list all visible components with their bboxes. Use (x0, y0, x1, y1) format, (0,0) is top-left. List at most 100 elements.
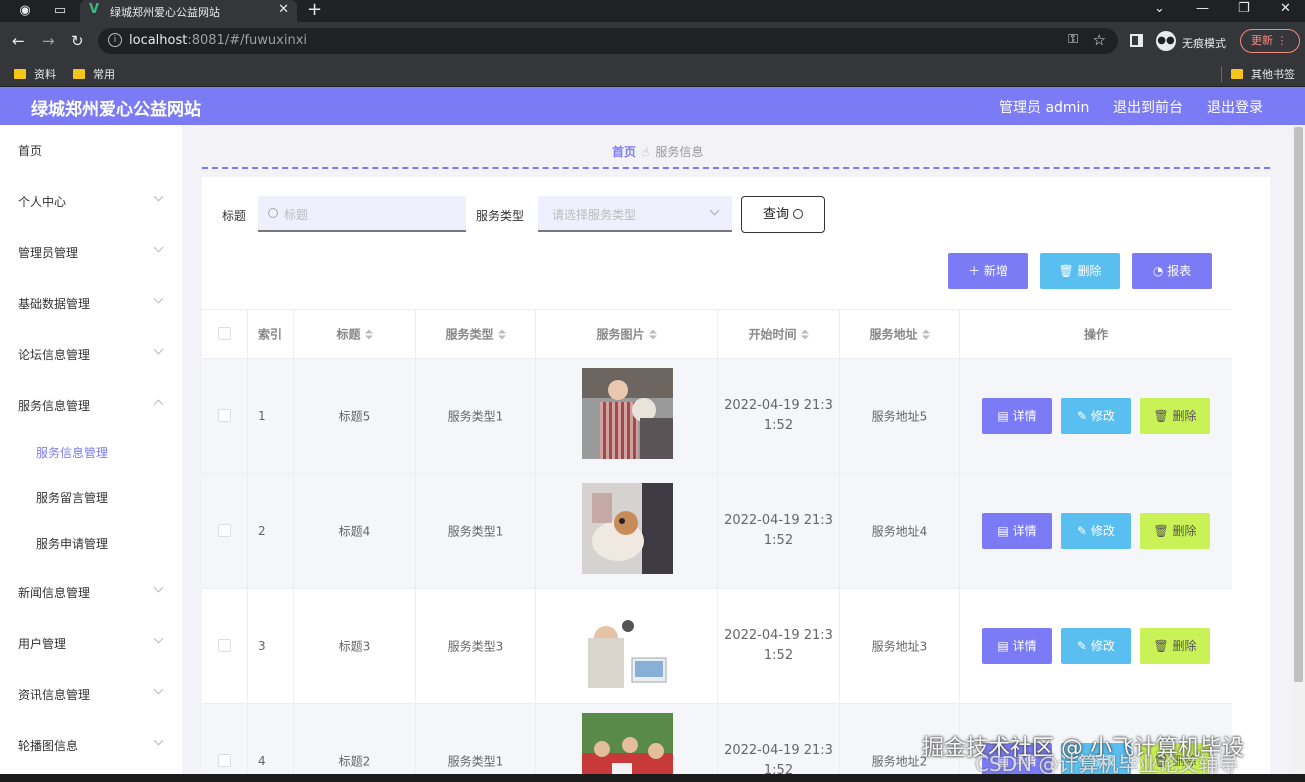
row-delete-button[interactable]: 🗑 删除 (1140, 398, 1210, 434)
trash-icon: 🗑 (1058, 264, 1078, 278)
query-button[interactable]: 查询 (741, 196, 825, 233)
bookmark-folder-changyong[interactable]: 常用 (73, 66, 115, 82)
row-checkbox[interactable] (218, 754, 231, 767)
sidebar-menu: 首页 个人中心 管理员管理 基础数据管理 论坛信息管理 服务信息管理 服务信息管… (0, 125, 182, 782)
row-detail-button[interactable]: ▤ 详情 (982, 628, 1052, 664)
column-header-actions: 操作 (1083, 327, 1108, 342)
sidebar-item-service-info[interactable]: 服务信息管理 (0, 390, 182, 420)
row-title: 标题4 (338, 524, 371, 539)
select-all-checkbox[interactable] (218, 327, 231, 340)
sidebar-item-carousel[interactable]: 轮播图信息 (0, 730, 182, 760)
sidebar-item-personal-center[interactable]: 个人中心 (0, 186, 182, 216)
row-edit-button[interactable]: ✎ 修改 (1061, 513, 1131, 549)
info-icon[interactable]: i (108, 33, 122, 47)
table-row: 3 标题3 服务类型3 2022-04-19 21:3 1:52 服务地址3 ▤ … (202, 589, 1232, 704)
service-type-select[interactable]: 请选择服务类型 (538, 196, 732, 232)
service-image[interactable] (582, 483, 673, 574)
row-index: 1 (258, 409, 266, 423)
bookmark-folder-ziliao[interactable]: 资料 (14, 66, 56, 82)
batch-delete-button[interactable]: 🗑 删除 (1040, 253, 1120, 289)
row-edit-button[interactable]: ✎ 修改 (1061, 398, 1131, 434)
doc-icon: ▤ (997, 524, 1013, 538)
row-start-time: 2022-04-19 21:3 1:52 (724, 628, 833, 663)
sidebar-item-base-data[interactable]: 基础数据管理 (0, 288, 182, 318)
chevron-down-icon (153, 191, 164, 202)
bookmark-folder-other[interactable]: 其他书签 (1231, 66, 1295, 82)
row-type: 服务类型3 (447, 639, 504, 654)
sidebar-item-forum[interactable]: 论坛信息管理 (0, 339, 182, 369)
address-bar[interactable]: i localhost:8081/#/fuwuxinxi ⚿ ☆ (98, 28, 1118, 54)
globe-icon[interactable]: ◉ (17, 3, 33, 19)
back-icon[interactable]: ← (12, 32, 25, 50)
sidebar-item-info[interactable]: 资讯信息管理 (0, 679, 182, 709)
window-icon[interactable]: ▭ (52, 3, 68, 19)
window-close-icon[interactable]: ✕ (1280, 1, 1291, 16)
incognito-icon[interactable]: ●● (1156, 31, 1176, 51)
sidebar-subitem-service-info[interactable]: 服务信息管理 (0, 437, 182, 467)
restore-icon[interactable]: ❐ (1238, 1, 1250, 16)
search-icon (793, 209, 803, 219)
sidebar-item-admin-management[interactable]: 管理员管理 (0, 237, 182, 267)
page-scrollbar[interactable] (1292, 125, 1305, 782)
forward-icon[interactable]: → (42, 32, 55, 50)
sort-icon[interactable] (921, 329, 930, 340)
logout-link[interactable]: 退出登录 (1207, 97, 1263, 117)
column-header-address[interactable]: 服务地址 (840, 326, 959, 343)
minimize-icon[interactable]: — (1196, 1, 1209, 16)
row-detail-button[interactable]: ▤ 详情 (982, 398, 1052, 434)
sort-icon[interactable] (800, 329, 809, 340)
column-header-title[interactable]: 标题 (294, 326, 415, 343)
new-tab-icon[interactable]: + (307, 0, 322, 20)
bookmark-star-icon[interactable]: ☆ (1093, 31, 1106, 49)
breadcrumb-home[interactable]: 首页 (612, 145, 636, 159)
sidebar-subitem-service-application[interactable]: 服务申请管理 (0, 528, 182, 558)
exit-to-frontend-link[interactable]: 退出到前台 (1113, 97, 1183, 117)
doc-icon: ▤ (997, 409, 1013, 423)
sidebar-item-news[interactable]: 新闻信息管理 (0, 577, 182, 607)
sidebar-item-home[interactable]: 首页 (0, 135, 182, 165)
search-icon (268, 208, 278, 218)
site-title: 绿城郑州爱心公益网站 (31, 100, 201, 120)
folder-icon (1231, 69, 1243, 79)
sort-icon[interactable] (648, 329, 657, 340)
chevron-down-icon (153, 344, 164, 355)
row-delete-button[interactable]: 🗑 删除 (1140, 628, 1210, 664)
sidebar-item-users[interactable]: 用户管理 (0, 628, 182, 658)
reload-icon[interactable]: ↻ (71, 32, 84, 50)
row-checkbox[interactable] (218, 639, 231, 652)
browser-tab-active[interactable]: V 绿城郑州爱心公益网站 ✕ (80, 0, 297, 22)
scrollbar-thumb[interactable] (1294, 127, 1303, 682)
service-image[interactable] (582, 368, 673, 459)
folder-icon (14, 69, 26, 79)
tab-search-chevron-icon[interactable]: ⌄ (1154, 1, 1165, 16)
chevron-down-icon (153, 293, 164, 304)
row-edit-button[interactable]: ✎ 修改 (1061, 628, 1131, 664)
add-button[interactable]: ＋ 新增 (948, 253, 1028, 289)
row-checkbox[interactable] (218, 409, 231, 422)
row-delete-button[interactable]: 🗑 删除 (1140, 513, 1210, 549)
service-image[interactable] (582, 598, 673, 689)
sort-icon[interactable] (364, 329, 373, 340)
app-header: 绿城郑州爱心公益网站 管理员 admin 退出到前台 退出登录 (0, 87, 1305, 125)
sidebar-subitem-service-message[interactable]: 服务留言管理 (0, 482, 182, 512)
tab-close-icon[interactable]: ✕ (278, 2, 289, 17)
row-detail-button[interactable]: ▤ 详情 (982, 513, 1052, 549)
key-icon[interactable]: ⚿ (1068, 32, 1078, 47)
title-search-input[interactable]: 标题 (258, 196, 466, 232)
sort-icon[interactable] (497, 329, 506, 340)
hand-icon: ☝ (642, 145, 650, 159)
update-button[interactable]: 更新 ⋮ (1240, 29, 1300, 53)
service-image[interactable] (582, 713, 673, 782)
watermark-csdn: CSDN @计算机毕业论文辅导 (975, 752, 1239, 776)
column-header-type[interactable]: 服务类型 (416, 326, 535, 343)
report-button[interactable]: ◔ 报表 (1132, 253, 1212, 289)
row-type: 服务类型1 (447, 409, 504, 424)
row-start-time: 2022-04-19 21:3 1:52 (724, 398, 833, 433)
column-header-start-time[interactable]: 开始时间 (718, 326, 839, 343)
column-header-image[interactable]: 服务图片 (536, 326, 717, 343)
trash-icon: 🗑 (1153, 409, 1173, 423)
url-text: localhost:8081/#/fuwuxinxi (129, 33, 308, 48)
chevron-down-icon (153, 735, 164, 746)
row-checkbox[interactable] (218, 524, 231, 537)
side-panel-icon[interactable] (1130, 34, 1143, 47)
